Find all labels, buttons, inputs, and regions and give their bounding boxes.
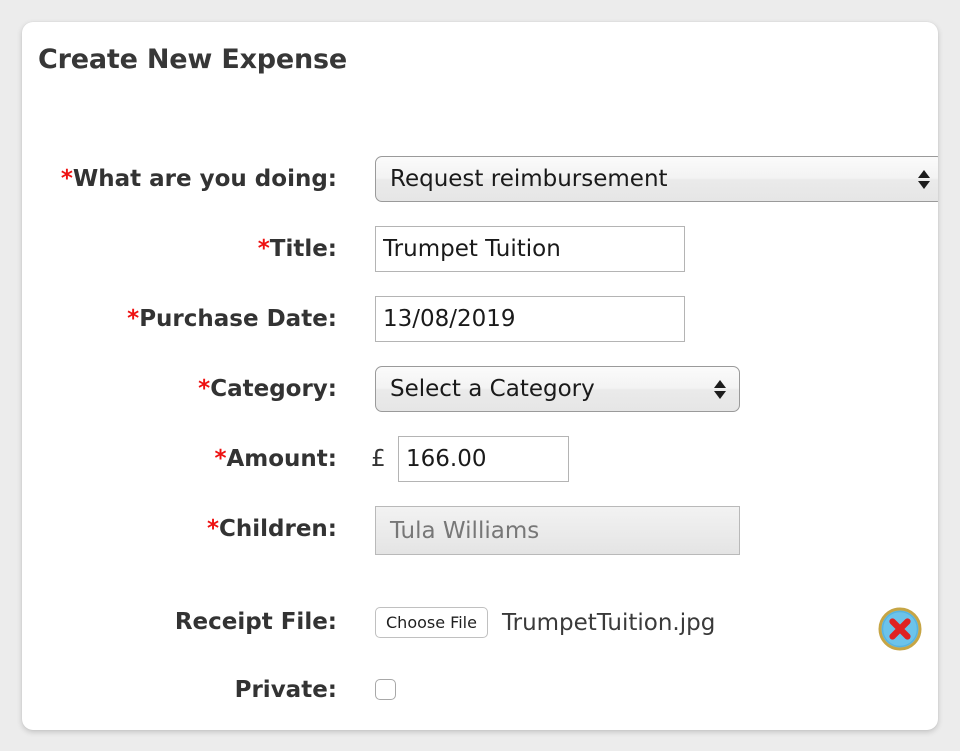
label-children: *Children: xyxy=(22,506,337,552)
label-private: Private: xyxy=(234,677,337,703)
form-row-private: Private: xyxy=(22,667,938,713)
children-value: Tula Williams xyxy=(390,517,540,544)
required-asterisk: * xyxy=(257,236,270,262)
select-value-category: Select a Category xyxy=(390,376,595,402)
label-purchase-date: *Purchase Date: xyxy=(22,296,337,342)
input-title[interactable] xyxy=(375,226,685,272)
label-receipt-file: Receipt File: xyxy=(174,609,337,635)
form-row-what-are-you-doing: *What are you doing: Request reimburseme… xyxy=(22,156,938,202)
required-asterisk: * xyxy=(198,376,211,402)
receipt-file-name: TrumpetTuition.jpg xyxy=(501,609,716,636)
select-category[interactable]: Select a Category xyxy=(375,366,740,412)
label-text: Children: xyxy=(219,516,337,542)
required-asterisk: * xyxy=(127,306,140,332)
label-text: Category: xyxy=(210,376,337,402)
form-row-purchase-date: *Purchase Date: xyxy=(22,296,938,342)
select-what-are-you-doing[interactable]: Request reimbursement xyxy=(375,156,938,202)
sort-up-down-arrows-icon xyxy=(714,376,726,402)
create-expense-panel: Create New Expense *What are you doing: … xyxy=(22,22,938,730)
input-amount[interactable] xyxy=(398,436,569,482)
required-asterisk: * xyxy=(206,516,219,542)
delete-receipt-button[interactable] xyxy=(878,607,922,651)
sort-up-down-arrows-icon xyxy=(918,166,930,192)
form-row-category: *Category: Select a Category xyxy=(22,366,938,412)
label-text: Purchase Date: xyxy=(139,306,337,332)
label-text: Amount: xyxy=(226,446,337,472)
required-asterisk: * xyxy=(60,166,73,192)
form-row-children: *Children: Tula Williams xyxy=(22,506,938,555)
form-row-amount: *Amount: £ xyxy=(22,436,938,482)
form-row-title: *Title: xyxy=(22,226,938,272)
checkbox-private[interactable] xyxy=(375,679,396,700)
label-amount: *Amount: xyxy=(22,436,337,482)
page-title: Create New Expense xyxy=(38,44,348,75)
select-value-what-are-you-doing: Request reimbursement xyxy=(390,166,668,192)
label-title: *Title: xyxy=(22,226,337,272)
label-category: *Category: xyxy=(22,366,337,412)
label-text: What are you doing: xyxy=(72,166,337,192)
required-asterisk: * xyxy=(214,446,227,472)
input-purchase-date[interactable] xyxy=(375,296,685,342)
label-what-are-you-doing: *What are you doing: xyxy=(22,156,337,202)
form-row-receipt-file: Receipt File: Choose File TrumpetTuition… xyxy=(22,599,938,651)
field-children-disabled: Tula Williams xyxy=(375,506,740,555)
choose-file-button[interactable]: Choose File xyxy=(375,607,488,638)
currency-symbol: £ xyxy=(371,446,386,472)
delete-circle-x-icon xyxy=(878,607,922,651)
label-text: Title: xyxy=(269,236,337,262)
